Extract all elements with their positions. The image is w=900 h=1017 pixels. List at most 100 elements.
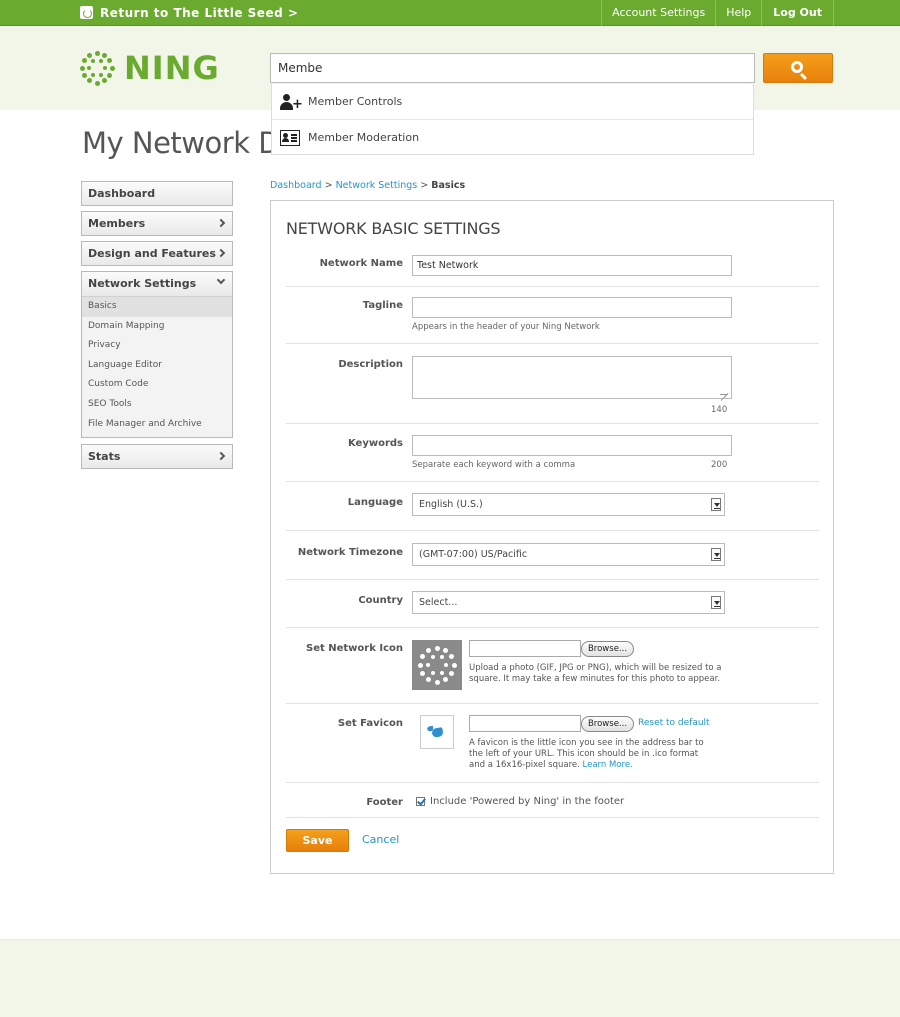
subitem-language-editor[interactable]: Language Editor [82,356,232,376]
sidebar-item-design-and-features[interactable]: Design and Features [81,241,233,266]
logo-dot [419,654,425,659]
tagline-field[interactable] [412,297,732,318]
subitem-domain-mapping[interactable]: Domain Mapping [82,317,232,337]
divider [286,627,819,628]
chevron-right-icon [216,218,226,228]
logo-dot [94,80,100,86]
keywords-field[interactable] [412,435,732,456]
favicon-label: Set Favicon [337,718,403,729]
country-label: Country [358,595,403,606]
panel-title: NETWORK BASIC SETTINGS [286,219,501,238]
network-settings-submenu: Basics Domain Mapping Privacy Language E… [82,297,232,438]
footer-band [0,939,900,1017]
sidebar-item-label: Design and Features [88,247,216,260]
language-select[interactable]: English (U.S.) [412,493,725,516]
logo-dot [449,654,455,659]
chevron-right-icon [216,451,226,461]
logo-dot [434,679,440,685]
country-select[interactable]: Select... [412,591,725,614]
resize-handle-icon[interactable] [720,387,728,395]
sidebar-item-members[interactable]: Members [81,211,233,236]
ning-logo[interactable]: NING [79,48,220,88]
account-settings-link[interactable]: Account Settings [601,0,715,26]
sidebar-group-network-settings: Network Settings Basics Domain Mapping P… [81,271,233,439]
divider [286,343,819,344]
dropdown-arrow-icon [711,596,721,609]
cancel-button[interactable]: Cancel [362,833,399,846]
chevron-right-icon [216,248,226,258]
logo-dot [417,662,423,668]
return-link[interactable]: Return to The Little Seed > [80,0,298,26]
tagline-hint: Appears in the header of your Ning Netwo… [412,322,600,332]
subitem-custom-code[interactable]: Custom Code [82,375,232,395]
divider [286,481,819,482]
timezone-select[interactable]: (GMT-07:00) US/Pacific [412,543,725,566]
description-char-count: 140 [711,405,728,415]
breadcrumb: Dashboard > Network Settings > Basics [270,180,465,191]
breadcrumb-separator: > [420,180,429,191]
network-icon-file-input[interactable] [469,640,581,657]
suggestion-member-moderation[interactable]: Member Moderation [272,119,753,154]
favicon-browse-button[interactable]: Browse... [581,716,634,732]
divider [286,579,819,580]
powered-by-ning-checkbox[interactable] [416,797,425,806]
search-suggestions: + Member Controls Member Moderation [271,84,754,155]
search-button[interactable] [763,53,833,83]
logo-dot [87,66,91,70]
search-input[interactable] [270,53,755,83]
logo-dot [102,52,107,58]
suggestion-label: Member Controls [308,95,403,108]
breadcrumb-network-settings[interactable]: Network Settings [336,180,418,191]
network-icon-label: Set Network Icon [306,643,403,654]
id-card-icon [280,130,300,146]
logo-dot [439,655,444,660]
logo-dot [426,677,431,683]
tagline-label: Tagline [362,300,403,311]
sidebar-item-stats[interactable]: Stats [81,444,233,470]
logo-dot [102,78,107,84]
sidebar: Dashboard Members Design and Features Ne… [81,181,233,474]
network-icon [80,6,93,19]
logo-dot [426,647,431,653]
footer-label: Footer [366,797,403,808]
network-icon-browse-button[interactable]: Browse... [581,641,634,657]
subitem-privacy[interactable]: Privacy [82,336,232,356]
divider [286,530,819,531]
network-name-label: Network Name [319,258,403,269]
top-bar: Return to The Little Seed > Account Sett… [0,0,900,26]
logo-dot [81,73,87,78]
logo-dot [99,59,103,64]
divider [286,817,819,818]
help-link[interactable]: Help [715,0,761,26]
subitem-seo-tools[interactable]: SEO Tools [82,395,232,415]
sidebar-item-dashboard[interactable]: Dashboard [81,181,233,206]
network-name-field[interactable] [412,255,732,276]
divider [286,703,819,704]
logo-dot [443,647,448,653]
learn-more-link[interactable]: Learn More. [583,760,633,770]
logout-link[interactable]: Log Out [761,0,834,26]
divider [286,286,819,287]
search-icon [791,61,803,73]
logo-dot [107,58,113,63]
logo-text: NING [124,49,220,87]
reset-favicon-link[interactable]: Reset to default [638,718,710,728]
suggestion-member-controls[interactable]: + Member Controls [272,84,753,119]
logo-dot [107,73,113,78]
logo-dot [81,58,87,63]
subitem-basics[interactable]: Basics [82,297,232,317]
logo-dot [94,50,100,56]
sidebar-item-label: Network Settings [88,277,197,290]
user-add-icon: + [280,93,303,111]
logo-dot [443,677,448,683]
favicon-file-input[interactable] [469,715,581,732]
dropdown-arrow-icon [711,498,721,511]
logo-dot [449,671,455,676]
return-link-label: Return to The Little Seed > [100,6,299,20]
save-button[interactable]: Save [286,829,349,852]
description-field[interactable] [412,356,732,399]
breadcrumb-dashboard[interactable]: Dashboard [270,180,322,191]
subitem-file-manager[interactable]: File Manager and Archive [82,415,232,435]
sidebar-item-network-settings[interactable]: Network Settings [82,272,232,297]
logo-dot [439,670,444,675]
